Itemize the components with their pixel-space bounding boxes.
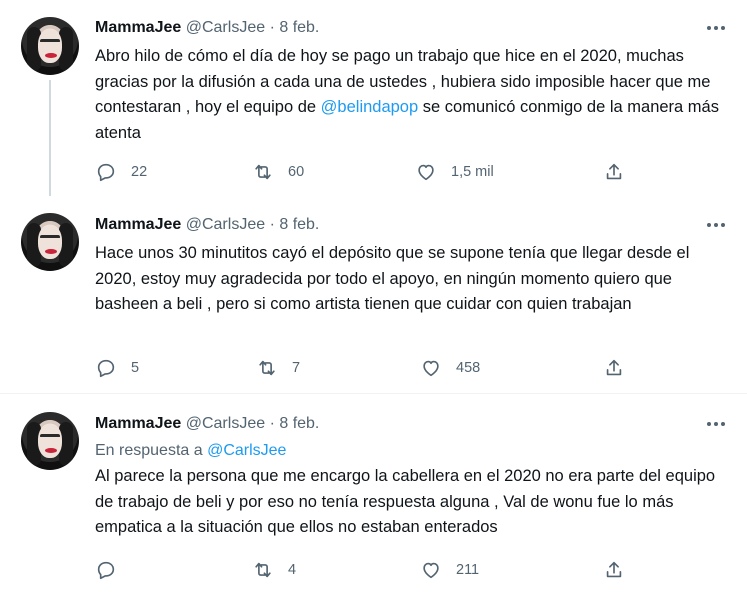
tweet-actions: 22 60 1,5 mil: [95, 160, 635, 184]
retweet-button[interactable]: 7: [256, 356, 300, 380]
user-handle[interactable]: @CarlsJee: [186, 19, 265, 36]
tweet-date[interactable]: 8 feb.: [279, 415, 319, 432]
reply-button[interactable]: 5: [95, 356, 139, 380]
like-count: 1,5 mil: [451, 164, 494, 180]
tweet-header: MammaJee @CarlsJee · 8 feb.: [95, 215, 319, 235]
avatar[interactable]: [21, 412, 79, 470]
tweet-header: MammaJee @CarlsJee · 8 feb.: [95, 18, 319, 38]
user-handle[interactable]: @CarlsJee: [186, 216, 265, 233]
like-button[interactable]: 1,5 mil: [415, 160, 494, 184]
reply-button[interactable]: 22: [95, 160, 147, 184]
user-handle[interactable]: @CarlsJee: [186, 415, 265, 432]
more-icon[interactable]: [703, 215, 729, 235]
tweet-1[interactable]: MammaJee @CarlsJee · 8 feb. Abro hilo de…: [0, 0, 747, 196]
share-button[interactable]: [603, 356, 625, 380]
retweet-icon: [259, 360, 275, 376]
separator-dot: ·: [269, 415, 275, 432]
reply-button[interactable]: [95, 558, 131, 582]
reply-count: 5: [131, 360, 140, 376]
retweet-count: 7: [292, 360, 301, 376]
like-button[interactable]: 211: [420, 558, 479, 582]
reply-handle-link[interactable]: @CarlsJee: [207, 442, 286, 459]
share-icon: [606, 359, 622, 376]
tweet-3[interactable]: MammaJee @CarlsJee · 8 feb. En respuesta…: [0, 395, 747, 597]
tweet-actions: 5 7 458: [95, 356, 635, 380]
display-name[interactable]: MammaJee: [95, 19, 181, 36]
tweet-actions: 4 211: [95, 558, 635, 582]
tweet-text: Al parece la persona que me encargo la c…: [95, 467, 716, 536]
like-count: 211: [456, 562, 480, 578]
thread-line: [49, 80, 51, 196]
share-button[interactable]: [603, 558, 625, 582]
like-button[interactable]: 458: [420, 356, 480, 380]
retweet-count: 4: [288, 562, 297, 578]
retweet-icon: [255, 164, 271, 180]
reply-count: 22: [131, 164, 148, 180]
more-icon[interactable]: [703, 414, 729, 434]
mention-link[interactable]: @belindapop: [321, 98, 419, 116]
avatar[interactable]: [21, 213, 79, 271]
heart-icon: [423, 562, 439, 579]
retweet-button[interactable]: 4: [252, 558, 296, 582]
reply-icon: [97, 561, 115, 580]
more-icon[interactable]: [703, 18, 729, 38]
display-name[interactable]: MammaJee: [95, 216, 181, 233]
reply-icon: [97, 359, 115, 378]
display-name[interactable]: MammaJee: [95, 415, 181, 432]
tweet-header: MammaJee @CarlsJee · 8 feb.: [95, 414, 319, 434]
tweet-2[interactable]: MammaJee @CarlsJee · 8 feb. Hace unos 30…: [0, 196, 747, 394]
retweet-button[interactable]: 60: [252, 160, 304, 184]
tweet-text: Abro hilo de cómo el día de hoy se pago …: [95, 47, 719, 142]
avatar[interactable]: [21, 17, 79, 75]
reply-prefix: En respuesta a: [95, 442, 203, 459]
heart-icon: [423, 360, 439, 377]
tweet-date[interactable]: 8 feb.: [279, 216, 319, 233]
like-count: 458: [456, 360, 481, 376]
retweet-count: 60: [288, 164, 305, 180]
retweet-icon: [255, 562, 271, 578]
separator-dot: ·: [269, 19, 275, 36]
tweet-text: Hace unos 30 minutitos cayó el depósito …: [95, 244, 690, 313]
share-button[interactable]: [603, 160, 625, 184]
share-icon: [606, 561, 622, 578]
heart-icon: [418, 164, 434, 181]
reply-context: En respuesta a @CarlsJee: [95, 441, 286, 461]
tweet-date[interactable]: 8 feb.: [279, 19, 319, 36]
separator-dot: ·: [269, 216, 275, 233]
reply-icon: [97, 163, 115, 182]
share-icon: [606, 163, 622, 180]
